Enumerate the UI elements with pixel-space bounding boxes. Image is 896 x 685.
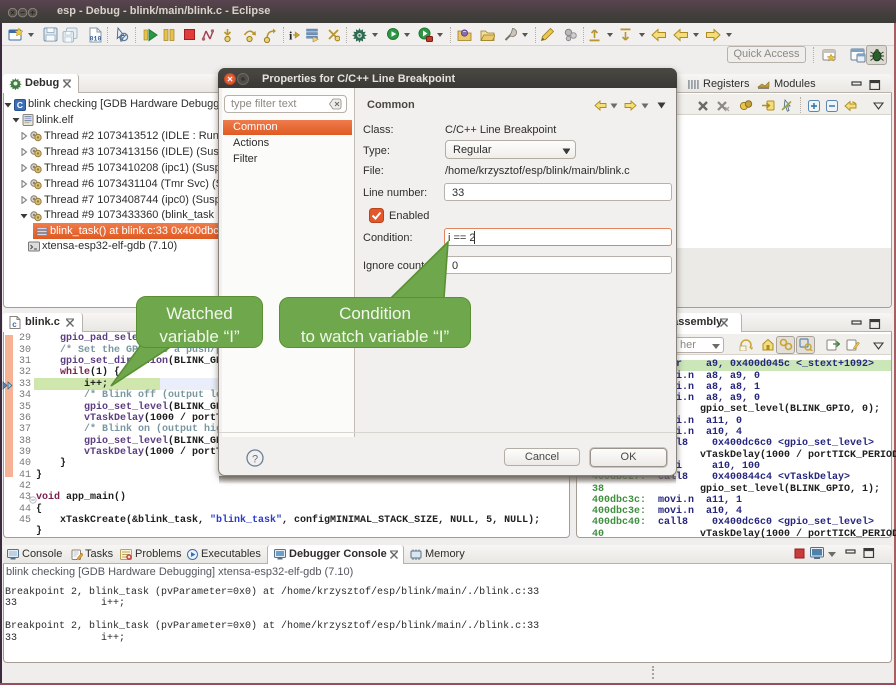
svg-text:?: ? <box>252 454 258 466</box>
svg-text:010: 010 <box>90 36 102 43</box>
svg-text:i: i <box>289 29 293 43</box>
svg-text:c: c <box>12 320 17 329</box>
svg-text:C: C <box>17 100 23 110</box>
